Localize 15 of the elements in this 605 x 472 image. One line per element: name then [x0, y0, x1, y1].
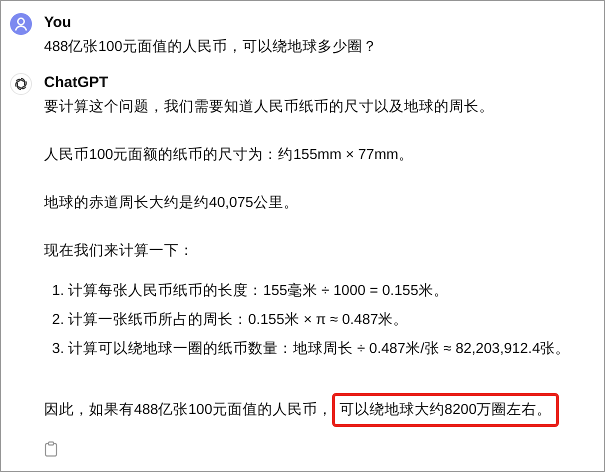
- list-item: 1. 计算每张人民币纸币的长度：155毫米 ÷ 1000 = 0.155米。: [52, 282, 450, 301]
- highlighted-text: 可以绕地球大约8200万圈左右。: [332, 393, 559, 427]
- message-text: 因此，如果有488亿张100元面值的人民币，: [44, 400, 332, 420]
- message-text: 488亿张100元面值的人民币，可以绕地球多少圈？: [44, 38, 378, 57]
- author-name: You: [44, 13, 72, 33]
- list-item: 3. 计算可以绕地球一圈的纸币数量：地球周长 ÷ 0.487米/张 ≈ 82,203,912.4张。: [52, 340, 570, 359]
- message-text: 现在我们来计算一下：: [44, 242, 195, 261]
- message-text: 地球的赤道周长大约是约40,075公里。: [44, 194, 300, 213]
- list-item: 2. 计算一张纸币所占的周长：0.155米 × π ≈ 0.487米。: [52, 310, 410, 330]
- author-name: ChatGPT: [44, 73, 110, 93]
- message-text: 要计算这个问题，我们需要知道人民币纸币的尺寸以及地球的周长。: [44, 98, 495, 117]
- message-text: 人民币100元面额的纸币的尺寸为：约155mm × 77mm。: [44, 146, 414, 165]
- clipboard-icon[interactable]: [44, 441, 58, 457]
- user-avatar-icon: [10, 13, 32, 35]
- assistant-logo-icon: [10, 73, 32, 95]
